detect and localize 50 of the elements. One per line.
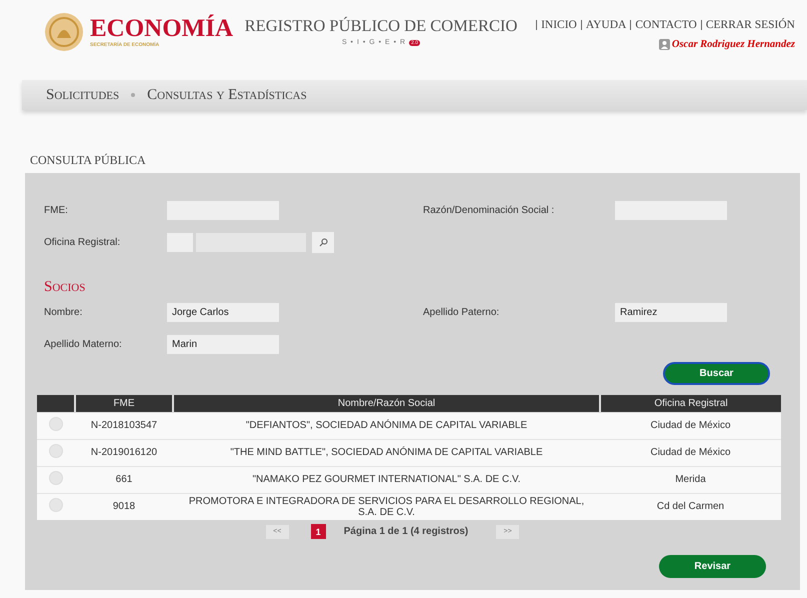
table-cell: 661: [75, 466, 173, 493]
table-cell: Ciudad de México: [600, 412, 781, 439]
table-cell: 9018: [75, 493, 173, 520]
field-label: Oficina Registral:: [44, 237, 122, 248]
review-button[interactable]: Revisar: [659, 555, 766, 578]
header-link[interactable]: INICIO: [536, 20, 577, 30]
field-label: Razón/Denominación Social :: [423, 204, 556, 216]
razon-field[interactable]: [615, 201, 727, 220]
field-label: Apellido Materno:: [44, 338, 123, 350]
table-cell: "DEFIANTOS", SOCIEDAD ANÓNIMA DE CAPITAL VARIABLE: [173, 412, 600, 439]
column-header: Nombre/Razón Social: [173, 395, 600, 412]
header-link[interactable]: AYUDA: [580, 20, 626, 30]
field-label: Apellido Paterno:: [423, 306, 500, 318]
field-label: FME:: [44, 204, 69, 216]
table-cell: PROMOTORA E INTEGRADORA DE SERVICIOS PARA EL DESARROLLO REGIONAL, S.A. DE C.V.: [173, 493, 600, 520]
office-code-field[interactable]: [167, 233, 193, 252]
table-cell: N-2019016120: [75, 439, 173, 466]
table-cell: "NAMAKO PEZ GOURMET INTERNATIONAL" S.A. DE C.V.: [173, 466, 600, 493]
fme-field[interactable]: [167, 201, 279, 220]
row-radio[interactable]: [49, 417, 63, 431]
row-radio[interactable]: [49, 444, 63, 458]
emblem-icon: [44, 12, 84, 52]
user-icon: [658, 39, 670, 50]
header-link[interactable]: CERRAR SESIÓN: [700, 20, 795, 30]
table-cell: "THE MIND BATTLE", SOCIEDAD ANÓNIMA DE CAPITAL VARIABLE: [173, 439, 600, 466]
search-button[interactable]: Buscar: [663, 362, 770, 385]
page-button[interactable]: 1: [310, 524, 326, 539]
row-radio[interactable]: [49, 498, 63, 512]
search-icon: [318, 238, 328, 247]
user-name[interactable]: Oscar Rodriguez Hernandez: [672, 39, 795, 50]
nombre-field[interactable]: Jorge Carlos: [167, 303, 279, 322]
nav-item[interactable]: Solicitudes: [46, 86, 120, 104]
nav-item[interactable]: Consultas y Estadísticas: [147, 86, 307, 104]
app-title: REGISTRO PÚBLICO DE COMERCIO: [244, 16, 518, 36]
header-link[interactable]: CONTACTO: [630, 20, 697, 30]
column-header: Oficina Registral: [600, 395, 781, 412]
socios-heading: Socios: [43, 278, 86, 297]
logo-title: ECONOMÍA: [90, 16, 234, 42]
field-label: Nombre:: [44, 306, 84, 318]
table-cell: Ciudad de México: [600, 439, 781, 466]
search-button[interactable]: [312, 232, 334, 253]
page-info: Página 1 de 1 (4 registros): [344, 526, 468, 537]
table-cell: Merida: [600, 466, 781, 493]
materno-field[interactable]: Marin: [167, 335, 279, 354]
column-header: FME: [75, 395, 173, 412]
section-title: CONSULTA PÚBLICA: [30, 153, 147, 168]
paterno-field[interactable]: Ramirez: [615, 303, 727, 322]
row-radio[interactable]: [49, 471, 63, 485]
table-cell: Cd del Carmen: [600, 493, 781, 520]
table-cell: N-2018103547: [75, 412, 173, 439]
